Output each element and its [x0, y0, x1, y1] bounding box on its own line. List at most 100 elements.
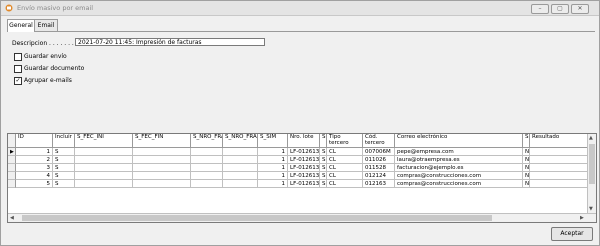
table-cell-s-fec-fin[interactable]	[133, 156, 191, 164]
table-cell-tipo-tercero[interactable]: CL	[327, 180, 363, 188]
table-cell-nro-lote[interactable]: LF-012613	[288, 148, 320, 156]
scroll-down-icon[interactable]: ▼	[589, 206, 593, 212]
table-cell-s-1[interactable]: S	[320, 156, 327, 164]
col-header-s-nro-fra-2[interactable]: S_NRO_FRA	[223, 134, 258, 148]
table-cell-s-fec-ini[interactable]	[75, 180, 133, 188]
table-cell-id[interactable]: 4	[16, 172, 53, 180]
table-cell-tipo-tercero[interactable]: CL	[327, 164, 363, 172]
table-cell-cod-tercero[interactable]: 011528	[363, 164, 395, 172]
col-header-s-fec-ini[interactable]: S_FEC_INI	[75, 134, 133, 148]
title-bar[interactable]: Envío masivo por email – ▢ ✕	[1, 1, 599, 16]
table-cell-correo[interactable]: laura@otraempresa.es	[395, 156, 523, 164]
table-cell-cod-tercero[interactable]: 012163	[363, 180, 395, 188]
table-cell-s-sim[interactable]: 1	[258, 172, 288, 180]
table-cell-s-1[interactable]: S	[320, 172, 327, 180]
table-cell-s-fec-fin[interactable]	[133, 148, 191, 156]
table-cell-s-fec-ini[interactable]	[75, 172, 133, 180]
vertical-scroll-thumb[interactable]	[589, 144, 595, 184]
table-cell-incluir[interactable]: S	[53, 180, 75, 188]
col-header-correo[interactable]: Correo electrónico	[395, 134, 523, 148]
table-cell-incluir[interactable]: S	[53, 172, 75, 180]
col-header-tipo-tercero[interactable]: Tipo tercero	[327, 134, 363, 148]
table-cell-incluir[interactable]: S	[53, 164, 75, 172]
col-header-s-fec-fin[interactable]: S_FEC_FIN	[133, 134, 191, 148]
table-cell-tipo-tercero[interactable]: CL	[327, 172, 363, 180]
scroll-up-icon[interactable]: ▲	[589, 135, 593, 141]
table-cell-id[interactable]: 2	[16, 156, 53, 164]
table-cell-s-2[interactable]: N	[523, 156, 530, 164]
table-cell-s-fec-ini[interactable]	[75, 148, 133, 156]
table-cell-s-1[interactable]: S	[320, 164, 327, 172]
table-cell-s-nro-fra-2[interactable]	[223, 180, 258, 188]
col-header-resultado[interactable]: Resultado	[530, 134, 588, 148]
table-cell-resultado[interactable]	[530, 156, 588, 164]
row-header[interactable]	[8, 156, 16, 164]
table-cell-s-sim[interactable]: 1	[258, 148, 288, 156]
col-header-incluir[interactable]: Incluir	[53, 134, 75, 148]
table-cell-tipo-tercero[interactable]: CL	[327, 148, 363, 156]
guardar-envio-checkbox[interactable]	[14, 53, 22, 61]
vertical-scrollbar[interactable]: ▲ ▼	[587, 134, 596, 214]
row-header[interactable]	[8, 180, 16, 188]
table-cell-cod-tercero[interactable]: 012124	[363, 172, 395, 180]
col-header-cod-tercero[interactable]: Cód. tercero	[363, 134, 395, 148]
table-cell-incluir[interactable]: S	[53, 156, 75, 164]
table-cell-s-nro-fra-1[interactable]	[191, 148, 223, 156]
table-cell-incluir[interactable]: S	[53, 148, 75, 156]
table-cell-nro-lote[interactable]: LF-012613	[288, 180, 320, 188]
table-cell-s-fec-fin[interactable]	[133, 172, 191, 180]
table-cell-s-nro-fra-2[interactable]	[223, 172, 258, 180]
horizontal-scrollbar[interactable]: ◀ ▶	[8, 213, 596, 222]
guardar-documento-checkbox[interactable]	[14, 65, 22, 73]
table-cell-id[interactable]: 5	[16, 180, 53, 188]
col-header-s-2[interactable]: S	[523, 134, 530, 148]
table-cell-s-fec-fin[interactable]	[133, 180, 191, 188]
table-cell-resultado[interactable]	[530, 172, 588, 180]
minimize-button[interactable]: –	[531, 4, 549, 14]
table-cell-correo[interactable]: compras@construcciones.com	[395, 180, 523, 188]
table-cell-resultado[interactable]	[530, 164, 588, 172]
col-header-s-nro-fra-1[interactable]: S_NRO_FRA	[191, 134, 223, 148]
table-cell-s-fec-fin[interactable]	[133, 164, 191, 172]
table-cell-s-sim[interactable]: 1	[258, 156, 288, 164]
horizontal-scroll-thumb[interactable]	[22, 215, 492, 221]
table-cell-nro-lote[interactable]: LF-012613	[288, 164, 320, 172]
tab-email[interactable]: Email	[34, 19, 58, 31]
table-cell-s-2[interactable]: N	[523, 148, 530, 156]
table-cell-s-2[interactable]: N	[523, 180, 530, 188]
table-cell-id[interactable]: 3	[16, 164, 53, 172]
table-cell-id[interactable]: 1	[16, 148, 53, 156]
col-header-s-sim[interactable]: S_SIM	[258, 134, 288, 148]
table-cell-s-1[interactable]: S	[320, 148, 327, 156]
table-cell-s-nro-fra-2[interactable]	[223, 156, 258, 164]
table-cell-s-1[interactable]: S	[320, 180, 327, 188]
table-cell-resultado[interactable]	[530, 180, 588, 188]
restore-button[interactable]: ▢	[551, 4, 569, 14]
table-cell-s-fec-ini[interactable]	[75, 164, 133, 172]
table-cell-s-nro-fra-1[interactable]	[191, 180, 223, 188]
table-cell-correo[interactable]: pepe@empresa.com	[395, 148, 523, 156]
table-cell-cod-tercero[interactable]: 007006M	[363, 148, 395, 156]
table-cell-nro-lote[interactable]: LF-012613	[288, 156, 320, 164]
table-cell-correo[interactable]: facturacion@ejemplo.es	[395, 164, 523, 172]
table-cell-resultado[interactable]	[530, 148, 588, 156]
table-cell-s-nro-fra-2[interactable]	[223, 148, 258, 156]
table-cell-s-nro-fra-1[interactable]	[191, 156, 223, 164]
table-cell-s-2[interactable]: N	[523, 172, 530, 180]
table-cell-s-nro-fra-1[interactable]	[191, 164, 223, 172]
agrupar-emails-checkbox[interactable]: ✓	[14, 77, 22, 85]
table-cell-s-sim[interactable]: 1	[258, 164, 288, 172]
table-cell-correo[interactable]: compras@construcciones.com	[395, 172, 523, 180]
tab-general[interactable]: General	[7, 19, 35, 32]
col-header-id[interactable]: ID	[16, 134, 53, 148]
row-header[interactable]: ▶	[8, 148, 16, 156]
table-cell-s-fec-ini[interactable]	[75, 156, 133, 164]
table-cell-s-2[interactable]: N	[523, 164, 530, 172]
row-header[interactable]	[8, 164, 16, 172]
col-header-nro-lote[interactable]: Nro. lote	[288, 134, 320, 148]
scroll-right-icon[interactable]: ▶	[580, 215, 584, 221]
table-cell-tipo-tercero[interactable]: CL	[327, 156, 363, 164]
close-button[interactable]: ✕	[571, 4, 589, 14]
table-cell-nro-lote[interactable]: LF-012613	[288, 172, 320, 180]
table-cell-s-nro-fra-1[interactable]	[191, 172, 223, 180]
